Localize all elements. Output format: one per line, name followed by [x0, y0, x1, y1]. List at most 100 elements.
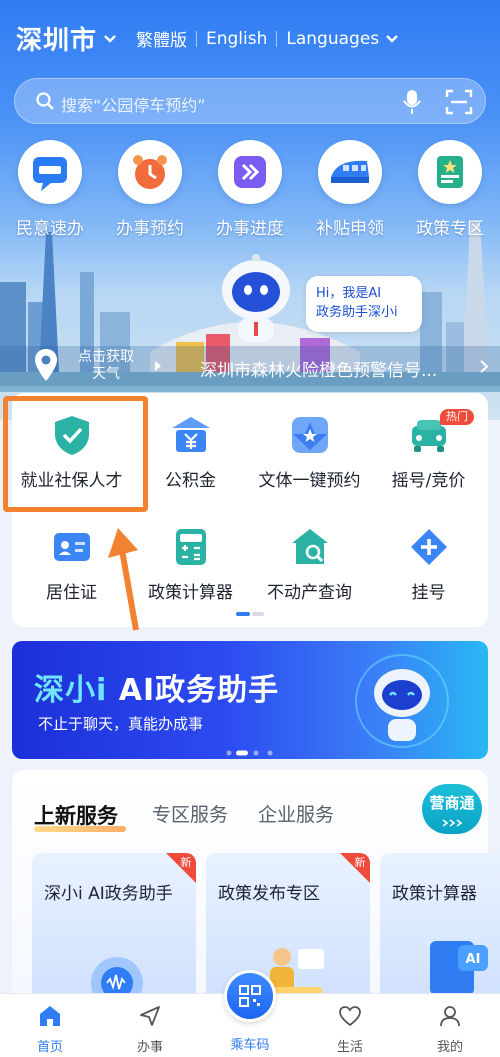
quick-action-feedback[interactable]: 民意速办: [0, 140, 100, 239]
assistant-speech-bubble[interactable]: Hi，我是AI 政务助手深小i: [306, 276, 422, 332]
service-culture-sports-booking[interactable]: 文体一键预约: [250, 414, 369, 491]
service-housing-fund[interactable]: 公积金: [131, 414, 250, 491]
banner-title: 深小i AI政务助手: [34, 665, 279, 709]
traditional-chinese-link[interactable]: 繁體版: [136, 26, 187, 51]
location-pin-icon[interactable]: [34, 348, 58, 382]
banner-title-rest: AI政务助手: [118, 673, 280, 708]
nav-mine[interactable]: 我的: [420, 1004, 480, 1055]
scan-icon[interactable]: [445, 89, 473, 115]
alarm-clock-icon: [133, 155, 167, 189]
quick-action-label: 政策专区: [416, 219, 484, 239]
quick-action-subsidy[interactable]: 补贴申领: [300, 140, 400, 239]
quick-action-policy[interactable]: 政策专区: [400, 140, 500, 239]
nav-home[interactable]: 首页: [20, 1004, 80, 1055]
user-icon: [440, 1006, 460, 1027]
service-property-query[interactable]: 不动产查询: [250, 526, 369, 603]
top-bar: 深圳市 繁體版 English Languages: [0, 0, 500, 74]
robot-illustration: [355, 654, 449, 748]
languages-dropdown[interactable]: Languages: [286, 29, 379, 49]
progress-icon: [234, 156, 266, 188]
bus-code-icon: [239, 985, 261, 1007]
policy-book-icon: [437, 156, 463, 188]
search-bar[interactable]: 搜索“公园停车预约”: [14, 78, 486, 124]
new-service-card-ai-assistant[interactable]: 深小i AI政务助手 新: [32, 853, 196, 1003]
chevron-down-icon: [104, 34, 116, 43]
card-title: 政策发布专区: [218, 884, 320, 904]
nav-label: 办事: [136, 1040, 163, 1055]
weather-line2: 天气: [92, 366, 120, 382]
warning-notice[interactable]: 深圳市森林火险橙色预警信号...: [200, 356, 472, 381]
yingshangtong-label: 营商通: [429, 794, 475, 812]
search-icon: [36, 92, 54, 110]
nav-life[interactable]: 生活: [320, 1004, 380, 1055]
nav-affairs[interactable]: 办事: [120, 1004, 180, 1055]
nav-ride-code-label[interactable]: 乘车码: [220, 1034, 280, 1053]
tab-zone-services[interactable]: 专区服务: [152, 800, 228, 827]
send-icon: [140, 1006, 160, 1026]
quick-action-label: 民意速办: [16, 219, 84, 239]
quick-action-progress[interactable]: 办事进度: [200, 140, 300, 239]
calculator-icon: [175, 529, 206, 565]
yingshangtong-button[interactable]: 营商通: [422, 784, 482, 834]
divider: [196, 30, 197, 47]
new-service-card-policy-calculator[interactable]: 政策计算器 AI: [380, 853, 500, 1003]
weather-line1: 点击获取: [78, 349, 134, 365]
calculator-illustration: AI: [430, 941, 488, 995]
fund-yen-icon: [171, 417, 210, 452]
banner-title-accent: 深小i: [34, 673, 119, 708]
feedback-icon: [33, 157, 67, 191]
city-selector[interactable]: 深圳市: [16, 20, 117, 57]
banner-subtitle: 不止于聊天，真能办成事: [38, 715, 204, 733]
card-title: 政策计算器: [392, 884, 477, 904]
grid-page-indicator: [236, 612, 264, 616]
pointer-arrow-annotation: [108, 528, 139, 631]
nav-ride-code-button[interactable]: [224, 970, 276, 1022]
nav-label: 我的: [436, 1040, 463, 1055]
new-tag-badge: 新: [166, 853, 196, 883]
new-tag-badge: 新: [340, 853, 370, 883]
english-link[interactable]: English: [206, 29, 267, 49]
weather-button[interactable]: 点击获取 天气: [78, 349, 134, 383]
nav-label: 首页: [36, 1040, 63, 1055]
quick-actions: 民意速办 办事预约 办事进度 补贴申领 政策专区: [0, 140, 500, 240]
house-search-icon: [291, 529, 328, 564]
service-label: 公积金: [165, 471, 216, 491]
language-switcher: 繁體版 English Languages: [136, 26, 399, 51]
service-car-lottery[interactable]: 摇号/竞价: [369, 414, 488, 491]
search-placeholder: 搜索“公园停车预约”: [61, 96, 206, 115]
ai-assistant-banner[interactable]: 深小i AI政务助手 不止于聊天，真能办成事: [12, 641, 488, 759]
home-icon: [40, 1006, 60, 1026]
heart-icon: [339, 1006, 361, 1027]
svg-text:AI: AI: [466, 952, 481, 967]
chevron-right-icon[interactable]: [480, 360, 489, 373]
service-label: 挂号: [411, 583, 446, 603]
card-title: 深小i AI政务助手: [44, 884, 173, 904]
service-label: 不动产查询: [267, 583, 352, 603]
quick-action-appointment[interactable]: 办事预约: [100, 140, 200, 239]
microphone-icon[interactable]: [401, 88, 423, 116]
service-hospital-registration[interactable]: 挂号: [369, 526, 488, 603]
city-name: 深圳市: [16, 26, 98, 56]
divider: [276, 30, 278, 47]
service-label: 文体一键预约: [258, 471, 361, 491]
quick-action-label: 办事预约: [116, 219, 184, 239]
assistant-name: 政务助手深小i: [316, 305, 398, 320]
assistant-greeting: Hi，我是AI: [316, 286, 382, 301]
chevron-right-icon: [155, 361, 161, 371]
new-tag-text: 新: [181, 855, 192, 869]
tab-new-services[interactable]: 上新服务: [34, 800, 118, 830]
hot-badge: 热门: [440, 409, 474, 425]
banner-page-indicator: [226, 750, 273, 756]
tab-enterprise-services[interactable]: 企业服务: [258, 800, 334, 827]
ai-mascot-image[interactable]: [208, 250, 304, 346]
id-card-icon: [53, 533, 90, 561]
service-label: 摇号/竞价: [391, 471, 466, 491]
chevron-down-icon[interactable]: [385, 32, 399, 46]
star-tile-icon: [291, 417, 328, 453]
quick-action-label: 补贴申领: [316, 219, 384, 239]
double-chevron-icon: [442, 819, 463, 827]
nav-label: 生活: [336, 1040, 363, 1055]
highlight-box: [3, 396, 148, 512]
quick-action-label: 办事进度: [216, 219, 284, 239]
medical-plus-icon: [410, 529, 447, 565]
